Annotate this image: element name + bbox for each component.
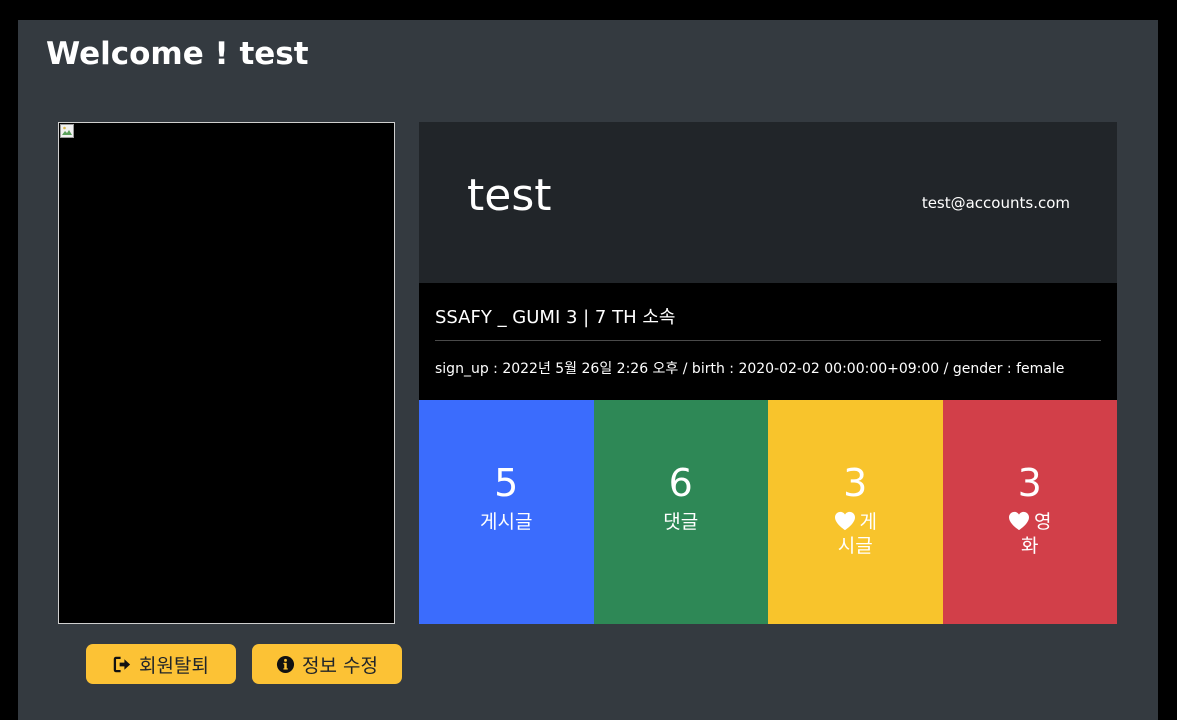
withdraw-button[interactable]: 회원탈퇴 xyxy=(86,644,236,684)
edit-info-button-label: 정보 수정 xyxy=(302,654,378,677)
stat-liked-movies-count: 3 xyxy=(1017,461,1042,505)
stat-comments-count: 6 xyxy=(668,461,693,505)
stat-posts: 5 게시글 xyxy=(419,400,594,624)
stat-comments: 6 댓글 xyxy=(593,400,768,624)
stat-liked-posts-label-wrap: 게시글 xyxy=(768,510,943,558)
stat-liked-movies-label-box: 영화 xyxy=(1000,510,1060,558)
stat-liked-movies-label-wrap: 영화 xyxy=(943,510,1118,558)
withdraw-button-label: 회원탈퇴 xyxy=(139,654,209,677)
stat-posts-label: 게시글 xyxy=(480,511,533,533)
broken-image-icon xyxy=(60,124,74,138)
info-divider xyxy=(435,340,1101,341)
profile-meta: sign_up : 2022년 5월 26일 2:26 오후 / birth :… xyxy=(435,361,1065,377)
profile-username: test xyxy=(467,170,552,221)
profile-card: test test@accounts.com SSAFY _ GUMI 3 | … xyxy=(419,122,1117,624)
profile-affiliation: SSAFY _ GUMI 3 | 7 TH 소속 xyxy=(435,307,676,328)
stat-liked-movies: 3 영화 xyxy=(942,400,1118,624)
edit-info-button[interactable]: 정보 수정 xyxy=(252,644,402,684)
stat-liked-posts: 3 게시글 xyxy=(768,400,943,624)
profile-image xyxy=(58,122,395,624)
heart-icon xyxy=(1009,511,1029,531)
stat-liked-posts-count: 3 xyxy=(843,461,868,505)
profile-card-header: test test@accounts.com xyxy=(419,122,1117,283)
stats-row: 5 게시글 6 댓글 3 게시글 3 영화 xyxy=(419,400,1117,624)
profile-card-info: SSAFY _ GUMI 3 | 7 TH 소속 sign_up : 2022년… xyxy=(419,283,1117,400)
stat-liked-posts-label-box: 게시글 xyxy=(825,510,885,558)
stat-posts-count: 5 xyxy=(494,461,519,505)
main-panel: Welcome ! test test test@accounts.com SS… xyxy=(18,20,1158,720)
heart-icon xyxy=(834,511,855,531)
welcome-heading: Welcome ! test xyxy=(46,36,309,72)
sign-out-icon xyxy=(113,656,131,672)
profile-email: test@accounts.com xyxy=(921,194,1070,212)
stat-comments-label: 댓글 xyxy=(663,511,699,533)
info-circle-icon xyxy=(276,655,295,673)
